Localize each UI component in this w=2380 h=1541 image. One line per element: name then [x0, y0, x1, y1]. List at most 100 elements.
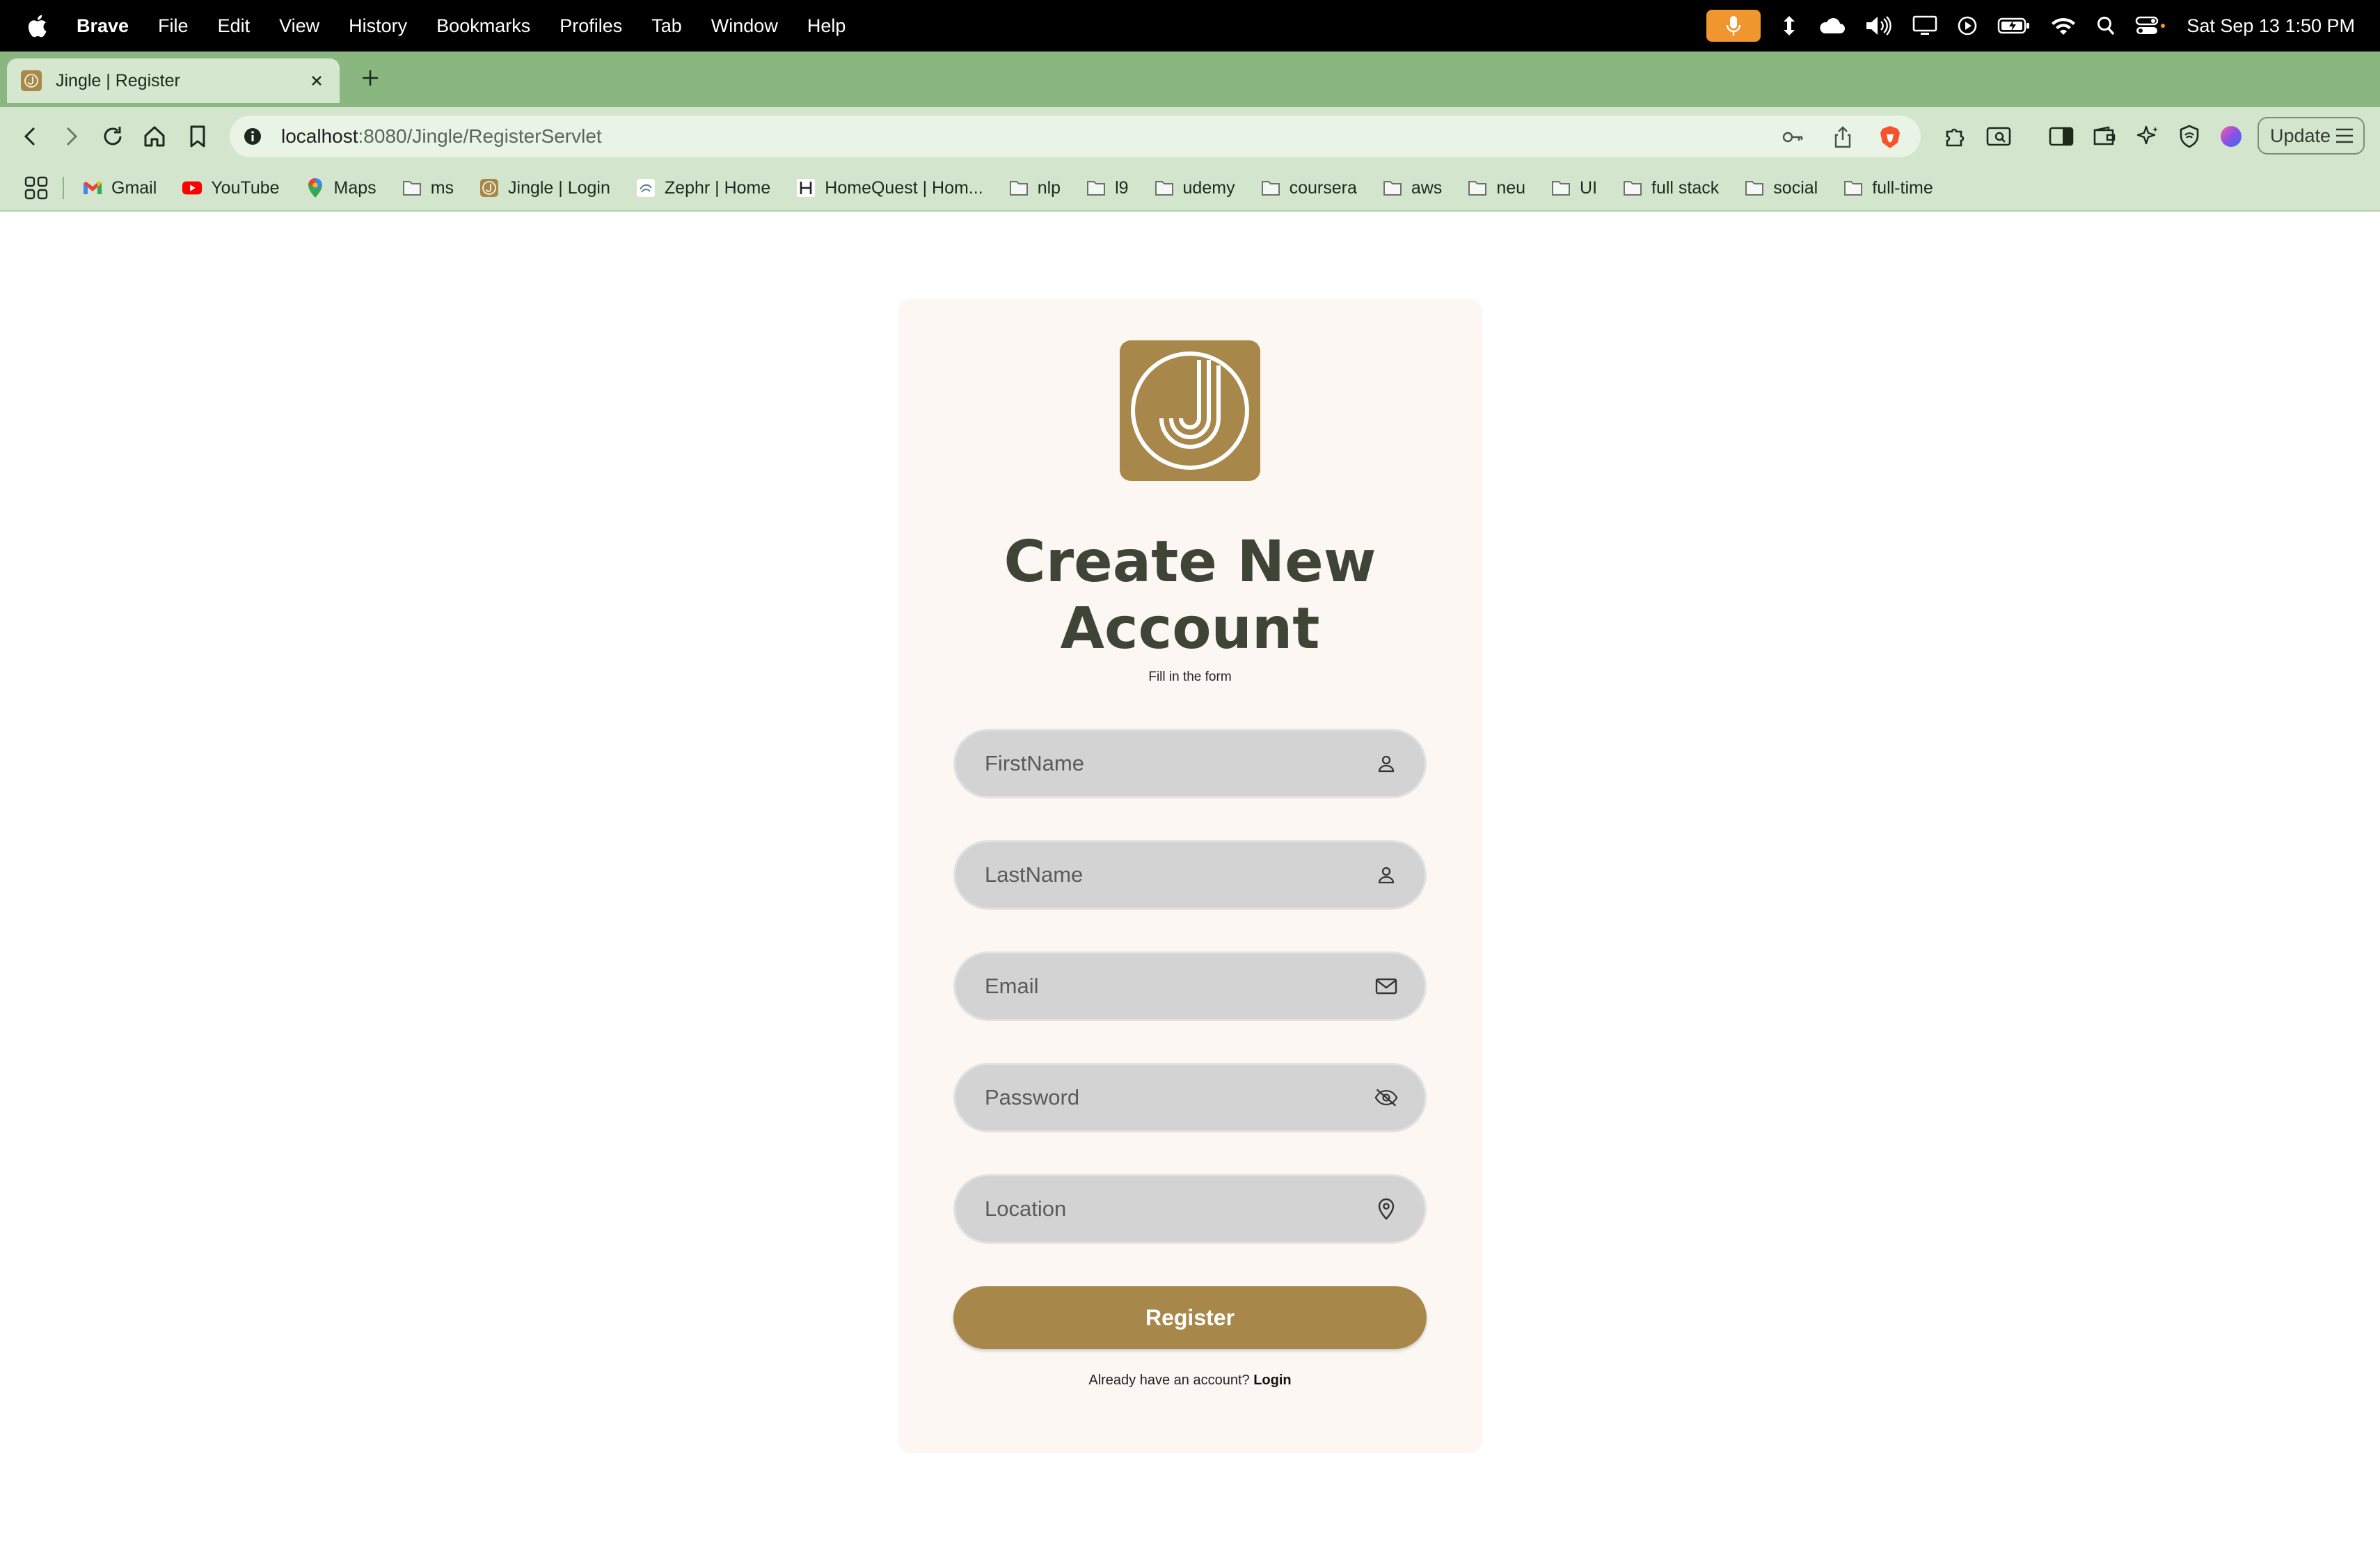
bookmark-label: Gmail [111, 177, 157, 198]
bookmark-folder-aws[interactable]: aws [1382, 177, 1442, 198]
password-input[interactable]: Password [953, 1063, 1427, 1132]
menu-bookmarks[interactable]: Bookmarks [436, 15, 530, 37]
bookmark-gmail[interactable]: Gmail [82, 177, 157, 198]
menu-help[interactable]: Help [807, 15, 846, 37]
jingle-favicon-icon [21, 70, 42, 91]
new-tab-plus-icon[interactable] [356, 64, 384, 92]
sidebar-toggle-icon[interactable] [2047, 123, 2075, 150]
menu-profiles[interactable]: Profiles [560, 15, 622, 37]
lastname-placeholder: LastName [985, 862, 1084, 887]
menu-window[interactable]: Window [711, 15, 778, 37]
bookmark-folder-full-time[interactable]: full-time [1843, 177, 1933, 198]
password-placeholder: Password [985, 1085, 1080, 1109]
display-icon[interactable] [1912, 15, 1937, 36]
register-button[interactable]: Register [953, 1286, 1427, 1349]
bookmark-folder-full-stack[interactable]: full stack [1622, 177, 1719, 198]
forward-arrow-icon[interactable] [57, 123, 85, 150]
firstname-input[interactable]: FirstName [953, 729, 1427, 798]
firstname-placeholder: FirstName [985, 751, 1084, 775]
close-tab-icon[interactable] [306, 70, 327, 91]
jingle-icon [479, 177, 500, 198]
folder-icon [1154, 177, 1175, 198]
bookmark-folder-social[interactable]: social [1744, 177, 1818, 198]
bookmark-label: nlp [1037, 177, 1061, 198]
menu-file[interactable]: File [158, 15, 189, 37]
bookmark-folder-neu[interactable]: neu [1467, 177, 1525, 198]
page-title: Create New Account [898, 529, 1482, 663]
bookmark-label: Jingle | Login [508, 177, 610, 198]
email-input[interactable]: Email [953, 951, 1427, 1021]
share-icon[interactable] [1832, 126, 1854, 148]
home-icon[interactable] [141, 123, 168, 150]
menu-view[interactable]: View [279, 15, 319, 37]
wallet-icon[interactable] [2091, 123, 2118, 150]
menubar-clock[interactable]: Sat Sep 13 1:50 PM [2187, 15, 2355, 37]
bookmark-label: coursera [1289, 177, 1357, 198]
menu-tab[interactable]: Tab [651, 15, 682, 37]
back-arrow-icon[interactable] [17, 123, 45, 150]
menu-history[interactable]: History [349, 15, 407, 37]
play-icon[interactable] [1957, 15, 1978, 36]
bookmark-icon[interactable] [184, 123, 212, 150]
tab-jingle-register[interactable]: Jingle | Register [7, 58, 340, 103]
bookmark-jingle-login[interactable]: Jingle | Login [479, 177, 610, 198]
bookmark-label: UI [1580, 177, 1598, 198]
reload-icon[interactable] [99, 123, 127, 150]
login-link[interactable]: Login [1253, 1373, 1291, 1388]
folder-icon [1467, 177, 1488, 198]
vpn-shield-icon[interactable] [2175, 123, 2203, 150]
menu-edit[interactable]: Edit [218, 15, 251, 37]
address-bar[interactable]: localhost:8080/Jingle/RegisterServlet [230, 116, 1921, 157]
folder-icon [402, 177, 422, 198]
zephr-icon [635, 177, 656, 198]
spotlight-icon[interactable] [2096, 15, 2116, 36]
update-button[interactable]: Update [2258, 117, 2365, 155]
lastname-input[interactable]: LastName [953, 840, 1427, 910]
folder-icon [1550, 177, 1571, 198]
eye-slash-icon[interactable] [1374, 1086, 1398, 1109]
leo-ai-sparkle-icon[interactable] [2134, 123, 2161, 150]
jingle-logo [1120, 340, 1260, 481]
menu-app-name[interactable]: Brave [77, 15, 129, 37]
password-key-icon[interactable] [1782, 126, 1804, 148]
bookmark-folder-udemy[interactable]: udemy [1154, 177, 1235, 198]
bookmark-label: HomeQuest | Hom... [825, 177, 983, 198]
apple-logo-icon[interactable] [26, 13, 50, 39]
brave-shields-icon[interactable] [1879, 126, 1901, 148]
url-path: :8080/Jingle/RegisterServlet [358, 125, 602, 147]
bookmark-label: udemy [1182, 177, 1235, 198]
wifi-icon[interactable] [2050, 15, 2077, 36]
bookmark-folder-l9[interactable]: l9 [1086, 177, 1129, 198]
apps-grid-icon[interactable] [24, 175, 49, 200]
bookmark-folder-ms[interactable]: ms [402, 177, 454, 198]
site-info-icon[interactable] [242, 126, 263, 147]
web-page: Create New Account Fill in the form Firs… [0, 212, 2380, 1541]
extensions-puzzle-icon[interactable] [1942, 123, 1969, 150]
volume-icon[interactable] [1865, 15, 1893, 36]
email-placeholder: Email [985, 974, 1039, 998]
update-label: Update [2270, 125, 2331, 146]
location-input[interactable]: Location [953, 1174, 1427, 1244]
bookmark-folder-coursera[interactable]: coursera [1260, 177, 1357, 198]
login-prompt: Already have an account? Login [898, 1373, 1482, 1389]
battery-icon[interactable] [1997, 17, 2031, 35]
bookmark-folder-nlp[interactable]: nlp [1008, 177, 1061, 198]
bookmark-homequest[interactable]: HomeQuest | Hom... [795, 177, 983, 198]
bookmark-zephr-home[interactable]: Zephr | Home [635, 177, 770, 198]
sync-icon[interactable] [1780, 15, 1798, 37]
bookmark-maps[interactable]: Maps [305, 177, 376, 198]
profile-avatar-icon[interactable] [2217, 123, 2245, 150]
reader-mode-icon[interactable] [1985, 123, 2013, 150]
folder-icon [1260, 177, 1281, 198]
url-text[interactable]: localhost:8080/Jingle/RegisterServlet [281, 116, 602, 157]
bookmark-youtube[interactable]: YouTube [182, 177, 280, 198]
user-icon [1374, 752, 1398, 775]
page-subtitle: Fill in the form [1148, 670, 1232, 684]
bookmark-folder-ui[interactable]: UI [1550, 177, 1597, 198]
register-card: Create New Account Fill in the form Firs… [898, 299, 1482, 1453]
microphone-icon[interactable] [1706, 10, 1761, 42]
gmail-icon [82, 177, 103, 198]
location-pin-icon [1374, 1197, 1398, 1221]
control-center-icon[interactable] [2135, 15, 2166, 36]
cloud-icon[interactable] [1818, 17, 1846, 35]
